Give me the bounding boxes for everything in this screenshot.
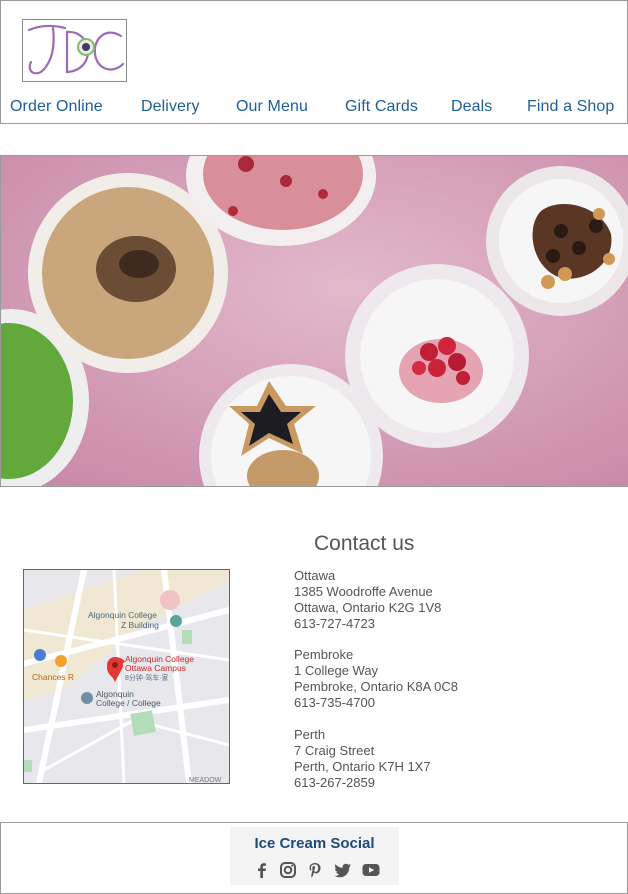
site-footer: Ice Cream Social (0, 822, 628, 894)
instagram-icon[interactable] (278, 860, 298, 880)
nav-order-online[interactable]: Order Online (10, 98, 103, 116)
site-header: Order Online Delivery Our Menu Gift Card… (0, 0, 628, 124)
location-pembroke: Pembroke 1 College Way Pembroke, Ontario… (294, 647, 458, 711)
nav-delivery[interactable]: Delivery (141, 98, 200, 116)
pinterest-icon[interactable] (305, 860, 325, 880)
social-icons (252, 860, 392, 880)
location-street: 1 College Way (294, 663, 379, 678)
svg-text:Ottawa Campus: Ottawa Campus (125, 663, 186, 673)
location-city: Perth (294, 727, 326, 742)
location-street: 7 Craig Street (294, 743, 375, 758)
svg-text:8分钟·驾车·家: 8分钟·驾车·家 (125, 673, 169, 682)
location-region: Ottawa, Ontario K2G 1V8 (294, 600, 442, 615)
location-street: 1385 Woodroffe Avenue (294, 584, 433, 599)
svg-text:Z Building: Z Building (121, 620, 159, 630)
location-region: Pembroke, Ontario K8A 0C8 (294, 679, 459, 694)
social-box: Ice Cream Social (230, 827, 399, 885)
jdc-logo[interactable] (22, 19, 127, 82)
location-phone[interactable]: 613-267-2859 (294, 775, 431, 791)
location-phone[interactable]: 613-727-4723 (294, 616, 441, 632)
nav-find-a-shop[interactable]: Find a Shop (527, 98, 614, 116)
hero-image (0, 155, 628, 487)
nav-our-menu[interactable]: Our Menu (236, 98, 308, 116)
youtube-icon[interactable] (361, 860, 381, 880)
main-nav: Order Online Delivery Our Menu Gift Card… (1, 98, 627, 122)
svg-text:MEADOW: MEADOW (189, 777, 222, 783)
location-city: Ottawa (294, 568, 336, 583)
location-phone[interactable]: 613-735-4700 (294, 695, 458, 711)
location-region: Perth, Ontario K7H 1X7 (294, 759, 431, 774)
nav-deals[interactable]: Deals (451, 98, 492, 116)
location-perth: Perth 7 Craig Street Perth, Ontario K7H … (294, 727, 431, 791)
contact-title: Contact us (314, 532, 415, 555)
location-map[interactable]: Algonquin College Z Building Algonquin C… (23, 569, 230, 784)
svg-text:Algonquin College: Algonquin College (88, 610, 157, 620)
social-title: Ice Cream Social (254, 835, 375, 852)
nav-gift-cards[interactable]: Gift Cards (345, 98, 418, 116)
location-city: Pembroke (294, 647, 354, 662)
facebook-icon[interactable] (252, 860, 272, 880)
location-ottawa: Ottawa 1385 Woodroffe Avenue Ottawa, Ont… (294, 568, 441, 632)
svg-text:College / College: College / College (96, 698, 161, 708)
twitter-icon[interactable] (333, 860, 353, 880)
svg-text:Chances R: Chances R (32, 672, 74, 682)
